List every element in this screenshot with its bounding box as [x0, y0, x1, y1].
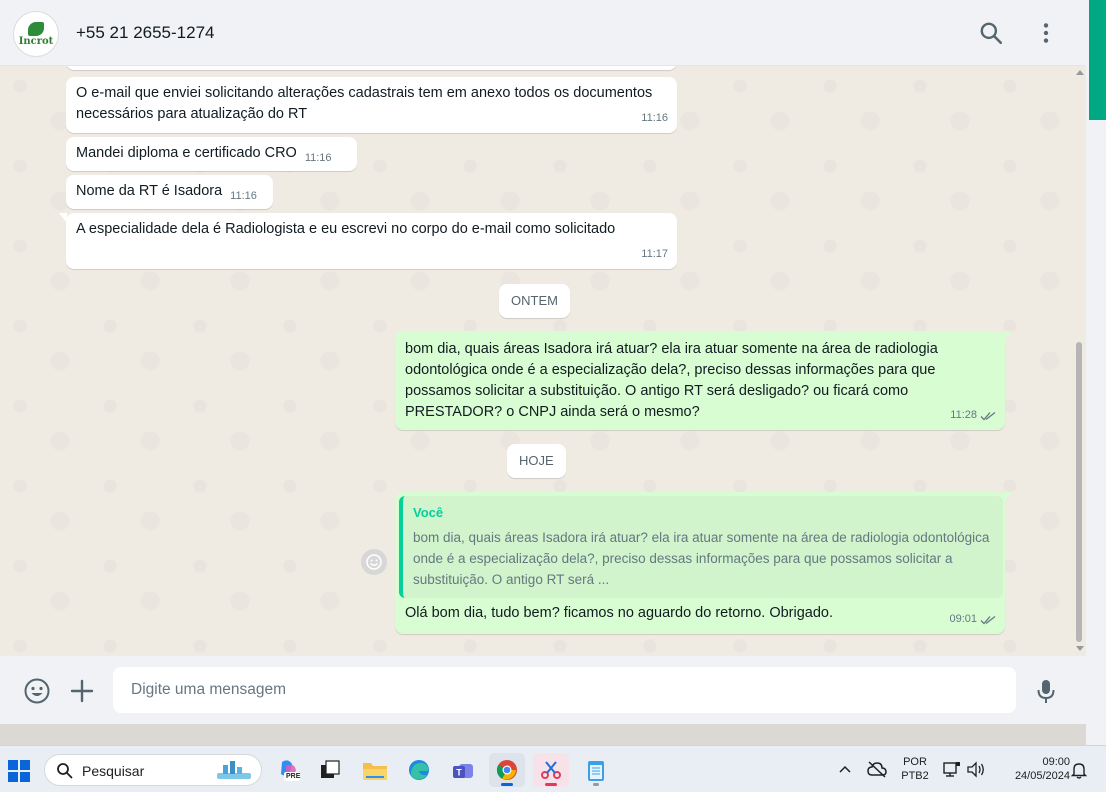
search-icon[interactable]: [978, 20, 1004, 46]
double-check-icon: [980, 615, 996, 624]
task-view-icon[interactable]: [312, 753, 348, 787]
contact-avatar[interactable]: Incrot: [13, 11, 59, 57]
chat-scrollbar[interactable]: [1076, 342, 1082, 642]
message-text: Nome da RT é Isadora: [76, 183, 223, 199]
date-divider-today: HOJE: [507, 444, 566, 478]
message-time-block: 09:01: [949, 609, 996, 630]
search-label: Pesquisar: [82, 763, 145, 779]
notification-bell-icon[interactable]: [1071, 761, 1087, 779]
message-bubble-outgoing[interactable]: bom dia, quais áreas Isadora irá atuar? …: [395, 331, 1012, 430]
keyboard-layout: PTB2: [901, 770, 929, 782]
taskbar-search[interactable]: Pesquisar: [44, 754, 262, 786]
chevron-up-icon[interactable]: [838, 763, 852, 775]
edge-browser-icon[interactable]: [401, 753, 437, 787]
message-text: Mandei diploma e certificado CRO: [76, 145, 297, 161]
logo-leaf-icon: [28, 21, 44, 36]
quoted-message[interactable]: Você bom dia, quais áreas Isadora irá at…: [399, 496, 1003, 598]
running-indicator: [593, 783, 599, 786]
svg-text:T: T: [456, 768, 462, 778]
whatsapp-window: Incrot +55 21 2655-1274 O e-mail que env…: [0, 0, 1086, 724]
message-list[interactable]: O e-mail que enviei solicitando alteraçõ…: [0, 66, 1086, 656]
chrome-browser-icon[interactable]: [489, 753, 525, 787]
network-icon[interactable]: [943, 761, 961, 778]
bubble-tail: [59, 213, 67, 223]
message-time: 11:17: [641, 248, 668, 260]
message-time: 11:16: [641, 112, 668, 124]
copilot-pre-badge: PRE: [286, 773, 301, 780]
window-edge-accent: [1089, 0, 1106, 120]
message-time: 11:16: [304, 152, 332, 164]
clock-time: 09:00: [1042, 756, 1070, 768]
message-bubble-incoming[interactable]: Nome da RT é Isadora 11:16: [66, 175, 273, 209]
message-bubble-incoming[interactable]: Mandei diploma e certificado CRO 11:16: [66, 137, 357, 171]
input-language-indicator[interactable]: POR PTB2: [898, 755, 932, 783]
message-text: bom dia, quais áreas Isadora irá atuar? …: [405, 341, 938, 420]
window-edge: [1086, 0, 1106, 745]
system-clock[interactable]: 09:00 24/05/2024: [996, 755, 1070, 783]
scroll-up-arrow[interactable]: [1076, 70, 1084, 75]
bubble-tail: [1004, 492, 1012, 502]
active-indicator: [545, 783, 557, 786]
double-check-icon: [980, 411, 996, 420]
composer-bar: [0, 656, 1086, 724]
message-time-block: 11:28: [950, 405, 996, 426]
snipping-tool-icon[interactable]: [533, 753, 569, 787]
file-explorer-icon[interactable]: [357, 753, 393, 787]
quote-author: Você: [413, 505, 444, 520]
menu-kebab-icon[interactable]: [1033, 20, 1059, 46]
clock-date: 24/05/2024: [1014, 770, 1070, 782]
copilot-app-icon[interactable]: PRE: [270, 753, 306, 787]
message-text: O e-mail que enviei solicitando alteraçõ…: [76, 85, 653, 122]
bubble-tail: [1004, 331, 1012, 341]
teams-app-icon[interactable]: T: [445, 753, 481, 787]
notepad-icon[interactable]: [578, 753, 614, 787]
message-bubble-incoming[interactable]: O e-mail que enviei solicitando alteraçõ…: [66, 77, 677, 133]
date-divider-yesterday: ONTEM: [499, 284, 570, 318]
chat-header: Incrot +55 21 2655-1274: [0, 0, 1086, 66]
cloud-offline-icon[interactable]: [867, 760, 887, 778]
scroll-down-arrow[interactable]: [1076, 646, 1084, 651]
microphone-icon[interactable]: [1032, 677, 1060, 705]
message-time: 09:01: [949, 613, 977, 625]
message-bubble-incoming[interactable]: A especialidade dela é Radiologista e eu…: [59, 213, 677, 269]
search-highlight-icon: [217, 761, 251, 779]
message-time: 11:28: [950, 409, 977, 421]
emoji-icon[interactable]: [23, 677, 51, 705]
avatar-logo-text: Incrot: [18, 35, 54, 47]
quote-text: bom dia, quais áreas Isadora irá atuar? …: [413, 530, 990, 587]
language-code: POR: [903, 756, 927, 768]
message-text: A especialidade dela é Radiologista e eu…: [76, 221, 616, 237]
contact-name[interactable]: +55 21 2655-1274: [76, 23, 215, 43]
windows-start-icon[interactable]: [8, 760, 30, 782]
message-input[interactable]: [113, 667, 1016, 713]
attach-plus-icon[interactable]: [68, 677, 96, 705]
emoji-icon: [366, 554, 382, 570]
windows-taskbar: Pesquisar PRE T POR PTB2 09:00 24/05/202…: [0, 745, 1106, 792]
message-bubble-outgoing-reply[interactable]: Você bom dia, quais áreas Isadora irá at…: [395, 492, 1012, 634]
message-bubble-partial: [66, 66, 677, 70]
message-time: 11:16: [230, 190, 257, 202]
active-indicator: [501, 783, 513, 786]
react-button[interactable]: [361, 549, 387, 575]
message-text: Olá bom dia, tudo bem? ficamos no aguard…: [405, 605, 834, 621]
volume-icon[interactable]: [966, 761, 986, 778]
search-icon: [57, 763, 73, 779]
